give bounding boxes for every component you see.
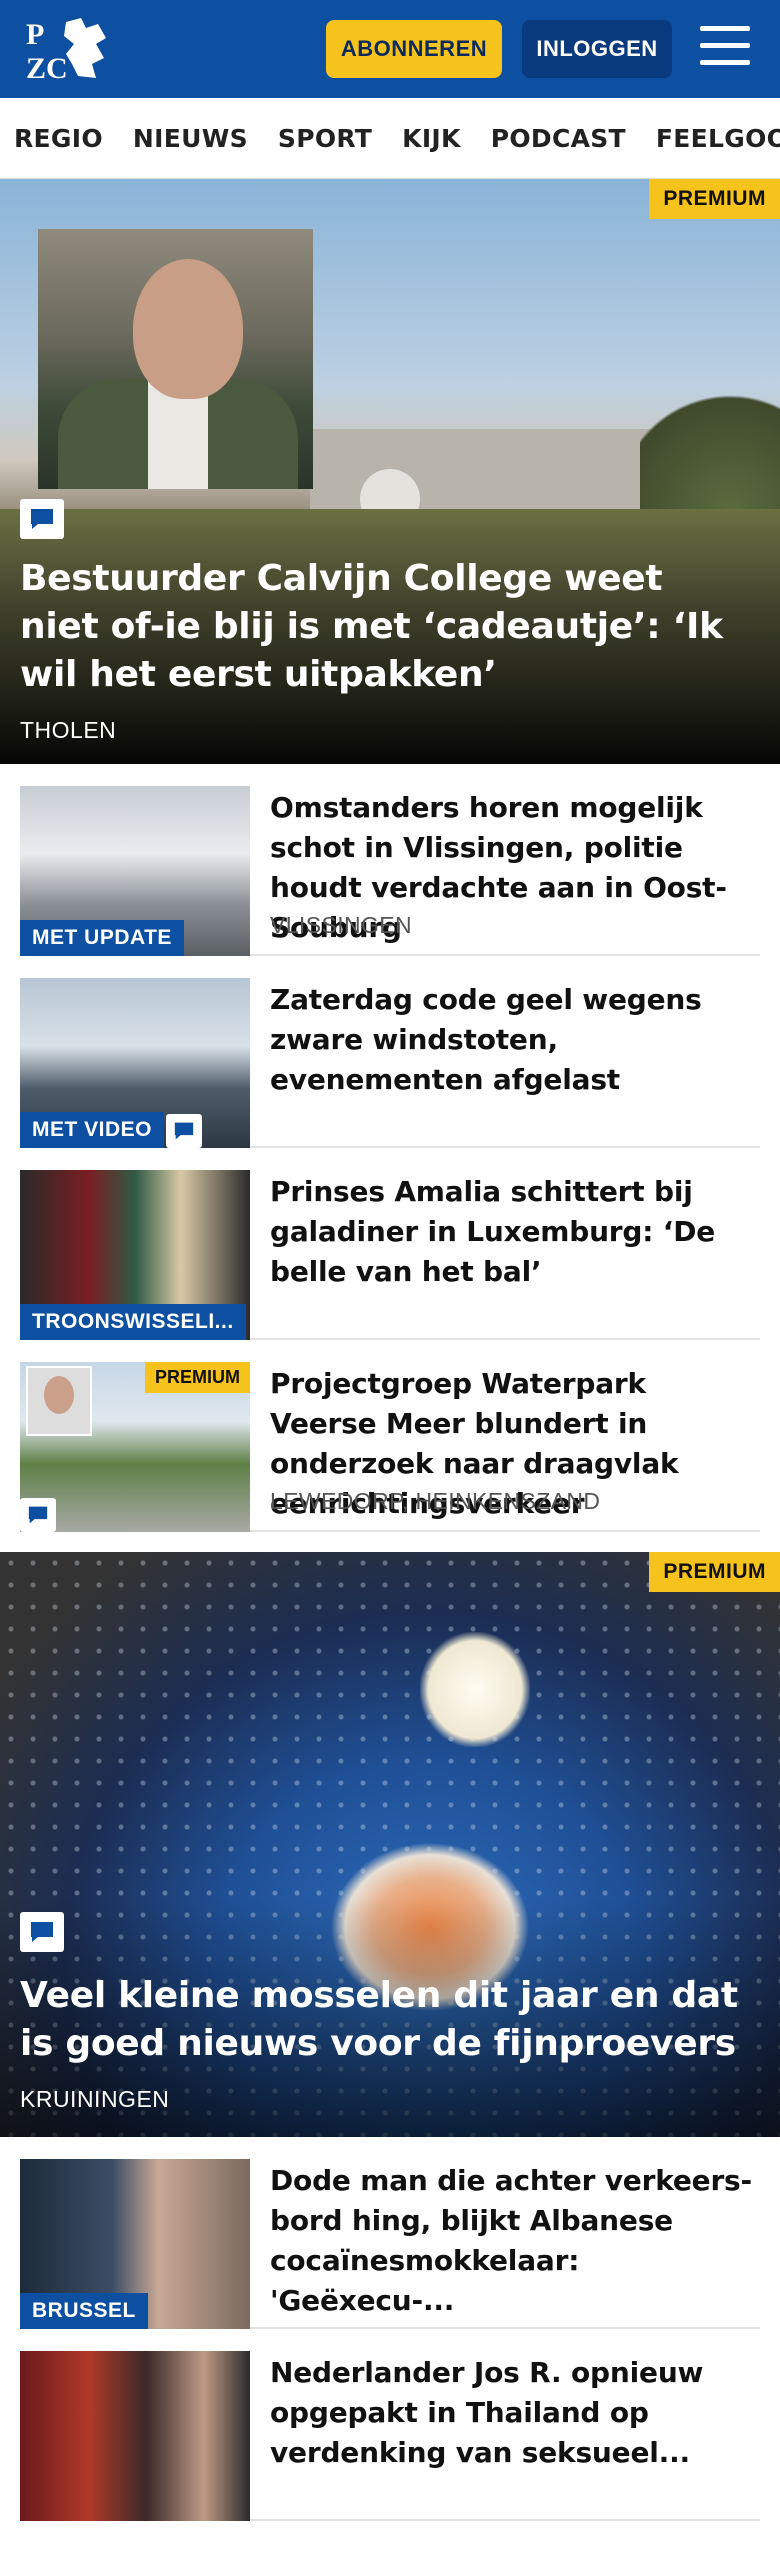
hero-location: THOLEN — [20, 717, 117, 743]
premium-badge: PREMIUM — [649, 1552, 780, 1592]
comment-icon — [20, 499, 64, 539]
nav-item-feelgood[interactable]: FEELGOOD — [656, 124, 780, 153]
hero-title[interactable]: Bestuurder Calvijn College weet niet of-… — [20, 555, 740, 699]
hero-article[interactable]: PREMIUM Bestuurder Calvijn College weet … — [0, 179, 780, 764]
nav-item-kijk[interactable]: KIJK — [402, 124, 461, 153]
hero-article[interactable]: PREMIUM Veel kleine mosselen dit jaar en… — [0, 1552, 780, 2137]
article-title[interactable]: Prinses Amalia schittert bij galadiner i… — [270, 1172, 760, 1292]
article-title[interactable]: Nederlander Jos R. opnieuw opgepakt in T… — [270, 2353, 760, 2473]
premium-badge: PREMIUM — [649, 179, 780, 219]
hero-inset-photo — [38, 229, 313, 489]
subscribe-button[interactable]: ABONNEREN — [326, 20, 502, 78]
list-item[interactable]: Nederlander Jos R. opnieuw opgepakt in T… — [20, 2329, 760, 2521]
status-tag: TROONSWISSELI... — [20, 1304, 246, 1340]
status-tag: MET VIDEO — [20, 1112, 165, 1148]
status-tag: MET UPDATE — [20, 920, 184, 956]
article-thumbnail: MET VIDEO — [20, 978, 250, 1148]
comment-icon — [166, 1114, 202, 1148]
premium-badge: PREMIUM — [145, 1362, 250, 1393]
article-title[interactable]: Dode man die achter verkeers-bord hing, … — [270, 2161, 760, 2321]
nav-item-nieuws[interactable]: NIEUWS — [133, 124, 248, 153]
menu-icon[interactable] — [700, 26, 750, 70]
article-thumbnail: PREMIUM — [20, 1362, 250, 1532]
nav-item-regio[interactable]: REGIO — [14, 124, 103, 153]
section-nav: REGIO NIEUWS SPORT KIJK PODCAST FEELGOOD — [0, 98, 780, 179]
article-thumbnail: MET UPDATE — [20, 786, 250, 956]
hero-image-spoon — [420, 1632, 530, 1747]
hero-location: KRUININGEN — [20, 2086, 170, 2112]
hero-title[interactable]: Veel kleine mosselen dit jaar en dat is … — [20, 1972, 740, 2068]
article-location: VLISSINGEN — [270, 912, 413, 938]
article-thumbnail: TROONSWISSELI... — [20, 1170, 250, 1340]
list-item[interactable]: TROONSWISSELI... Prinses Amalia schitter… — [20, 1148, 760, 1340]
status-tag: BRUSSEL — [20, 2293, 148, 2329]
pzc-logo[interactable]: P ZC — [26, 14, 116, 85]
svg-text:ZC: ZC — [26, 52, 68, 84]
article-title[interactable]: Zaterdag code geel wegens zware windstot… — [270, 980, 760, 1100]
list-item[interactable]: PREMIUM Projectgroep Waterpark Veerse Me… — [20, 1340, 760, 1532]
list-item[interactable]: BRUSSEL Dode man die achter verkeers-bor… — [20, 2137, 760, 2329]
article-thumbnail — [20, 2351, 250, 2521]
nav-item-podcast[interactable]: PODCAST — [491, 124, 626, 153]
svg-text:P: P — [26, 18, 44, 51]
comment-icon — [20, 1912, 64, 1952]
article-location: LEWEDORP, HEINKENSZAND — [270, 1488, 601, 1514]
author-photo — [26, 1366, 92, 1436]
site-header: P ZC ABONNEREN INLOGGEN — [0, 0, 780, 98]
comment-icon — [20, 1498, 56, 1532]
list-item[interactable]: MET UPDATE Omstanders horen mogelijk sch… — [20, 764, 760, 956]
article-thumbnail: BRUSSEL — [20, 2159, 250, 2329]
login-button[interactable]: INLOGGEN — [522, 20, 672, 78]
list-item[interactable]: MET VIDEO Zaterdag code geel wegens zwar… — [20, 956, 760, 1148]
nav-item-sport[interactable]: SPORT — [278, 124, 372, 153]
